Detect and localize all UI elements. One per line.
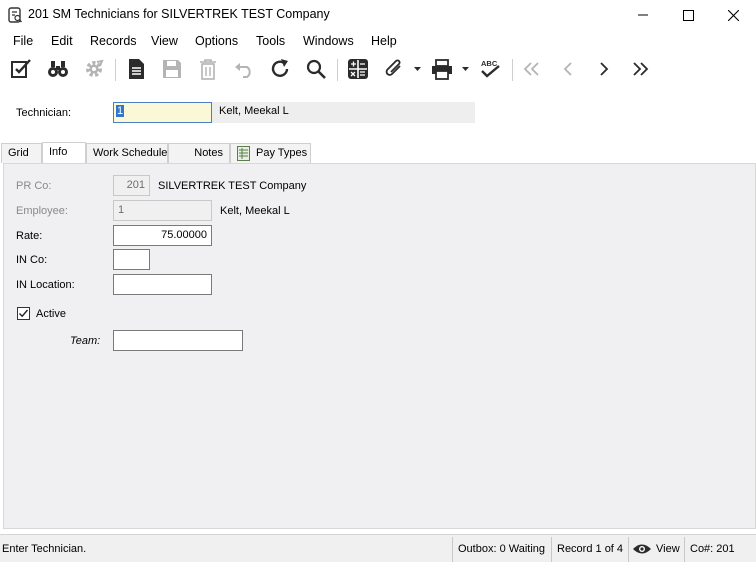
- toolbar-separator: [512, 59, 513, 81]
- menu-file[interactable]: File: [13, 34, 33, 48]
- maximize-button[interactable]: [665, 0, 711, 30]
- title-bar: 201 SM Technicians for SILVERTREK TEST C…: [0, 0, 756, 30]
- active-label: Active: [36, 308, 66, 320]
- rate-field[interactable]: 75.00000: [113, 225, 212, 246]
- attachment-dropdown-icon[interactable]: [414, 66, 421, 72]
- inco-field[interactable]: [113, 249, 150, 270]
- tab-strip: Grid Info Work Schedule Notes Pay Types: [0, 142, 756, 163]
- binoculars-icon[interactable]: [45, 56, 71, 82]
- technician-value: 1: [116, 105, 125, 117]
- status-message: Enter Technician.: [2, 543, 87, 555]
- menu-help[interactable]: Help: [371, 34, 397, 48]
- menu-options[interactable]: Options: [195, 34, 238, 48]
- menu-tools[interactable]: Tools: [256, 34, 285, 48]
- tab-notes[interactable]: Notes: [168, 143, 230, 163]
- tab-pay-types[interactable]: Pay Types: [230, 143, 311, 163]
- technician-label: Technician:: [16, 107, 72, 119]
- app-icon: [8, 7, 23, 23]
- status-bar: Enter Technician. Outbox: 0 Waiting Reco…: [0, 534, 756, 562]
- undo-icon[interactable]: [231, 56, 257, 82]
- tab-info[interactable]: Info: [42, 142, 86, 163]
- prco-label: PR Co:: [16, 180, 52, 192]
- inco-label: IN Co:: [16, 254, 48, 266]
- first-record-icon[interactable]: [519, 56, 545, 82]
- technician-name: Kelt, Meekal L: [212, 102, 475, 123]
- employee-description: Kelt, Meekal L: [220, 205, 290, 217]
- status-separator: [551, 537, 552, 562]
- previous-record-icon[interactable]: [555, 56, 581, 82]
- tab-pay-types-label: Pay Types: [256, 147, 308, 159]
- spreadsheet-icon: [237, 146, 250, 164]
- toolbar: ABC: [0, 54, 756, 84]
- search-icon[interactable]: [303, 56, 329, 82]
- menu-edit[interactable]: Edit: [51, 34, 73, 48]
- new-document-icon[interactable]: [123, 56, 149, 82]
- calculator-icon[interactable]: [345, 56, 371, 82]
- employee-label: Employee:: [16, 205, 68, 217]
- status-separator: [452, 537, 453, 562]
- print-dropdown-icon[interactable]: [462, 66, 469, 72]
- inlocation-field[interactable]: [113, 274, 212, 295]
- last-record-icon[interactable]: [627, 56, 653, 82]
- menu-records[interactable]: Records: [90, 34, 137, 48]
- rate-label: Rate:: [16, 230, 43, 242]
- team-field[interactable]: [113, 330, 243, 351]
- prco-description: SILVERTREK TEST Company: [158, 180, 307, 192]
- attachment-icon[interactable]: [381, 56, 407, 82]
- tab-work-schedule[interactable]: Work Schedule: [86, 143, 168, 163]
- refresh-icon[interactable]: [267, 56, 293, 82]
- spellcheck-label: ABC: [481, 59, 498, 68]
- menu-view[interactable]: View: [151, 34, 178, 48]
- company-status: Co#: 201: [690, 543, 735, 555]
- status-separator: [684, 537, 685, 562]
- view-status[interactable]: View: [656, 543, 680, 555]
- inlocation-label: IN Location:: [16, 279, 75, 291]
- record-status: Record 1 of 4: [557, 543, 624, 555]
- delete-icon[interactable]: [195, 56, 221, 82]
- tab-grid[interactable]: Grid: [1, 143, 42, 163]
- next-record-icon[interactable]: [591, 56, 617, 82]
- save-icon[interactable]: [159, 56, 185, 82]
- technician-input[interactable]: 1: [113, 102, 212, 123]
- active-checkbox[interactable]: [17, 307, 30, 320]
- window-title: 201 SM Technicians for SILVERTREK TEST C…: [28, 7, 330, 21]
- employee-field: 1: [113, 200, 212, 221]
- spellcheck-icon[interactable]: ABC: [477, 56, 503, 82]
- toolbar-separator: [337, 59, 338, 81]
- close-button[interactable]: [710, 0, 756, 30]
- eye-icon: [632, 543, 652, 558]
- menu-bar: File Edit Records View Options Tools Win…: [0, 32, 756, 52]
- outbox-status: Outbox: 0 Waiting: [458, 543, 546, 555]
- status-separator: [628, 537, 629, 562]
- toolbar-separator: [115, 59, 116, 81]
- minimize-button[interactable]: [620, 0, 666, 30]
- team-label: Team:: [70, 335, 101, 347]
- edit-check-icon[interactable]: [8, 56, 34, 82]
- prco-field: 201: [113, 175, 150, 196]
- menu-windows[interactable]: Windows: [303, 34, 354, 48]
- print-icon[interactable]: [429, 56, 455, 82]
- check-icon: [19, 309, 29, 318]
- gear-icon[interactable]: [81, 56, 107, 82]
